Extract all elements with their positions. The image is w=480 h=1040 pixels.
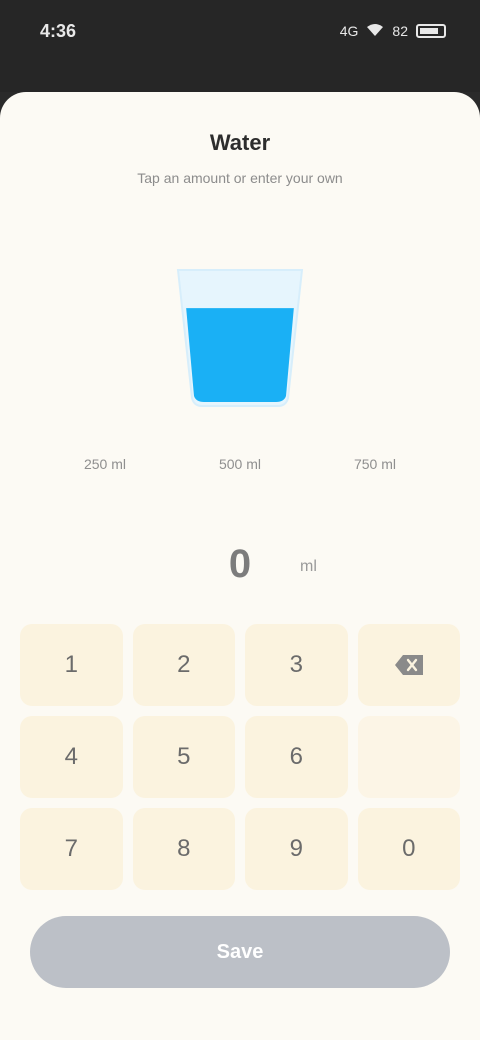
key-4[interactable]: 4 bbox=[20, 716, 123, 798]
water-cup-graphic bbox=[176, 269, 304, 407]
key-7[interactable]: 7 bbox=[20, 808, 123, 890]
key-blank-1 bbox=[357, 716, 460, 798]
status-time: 4:36 bbox=[40, 20, 77, 41]
save-button[interactable]: Save bbox=[30, 916, 450, 988]
backspace-key[interactable] bbox=[357, 624, 460, 706]
preset-amounts: 250 ml 500 ml 750 ml bbox=[50, 442, 430, 486]
amount-value: 0 bbox=[228, 541, 252, 586]
key-8[interactable]: 8 bbox=[132, 808, 235, 890]
backspace-icon bbox=[394, 655, 423, 675]
status-right: 4G 82 bbox=[340, 18, 446, 44]
key-9[interactable]: 9 bbox=[245, 808, 348, 890]
battery-icon bbox=[416, 24, 446, 38]
key-0[interactable]: 0 bbox=[357, 808, 460, 890]
preset-button-750[interactable]: 750 ml bbox=[320, 442, 430, 486]
key-2[interactable]: 2 bbox=[132, 624, 235, 706]
status-bar: 4:36 4G 82 bbox=[0, 0, 480, 92]
wifi-icon bbox=[366, 23, 384, 40]
key-5[interactable]: 5 bbox=[132, 716, 235, 798]
key-6[interactable]: 6 bbox=[245, 716, 348, 798]
battery-level: 82 bbox=[392, 23, 408, 39]
water-cup-icon bbox=[170, 260, 310, 410]
signal-label: 4G bbox=[339, 23, 359, 39]
amount-unit: ml bbox=[300, 558, 317, 575]
key-1[interactable]: 1 bbox=[20, 624, 123, 706]
page-title: Water bbox=[209, 130, 271, 155]
page-subtitle: Tap an amount or enter your own bbox=[137, 170, 343, 186]
status-left: 4:36 bbox=[40, 18, 76, 44]
preset-button-500[interactable]: 500 ml bbox=[185, 442, 295, 486]
amount-display: 0 ml bbox=[0, 532, 480, 596]
preset-button-250[interactable]: 250 ml bbox=[50, 442, 160, 486]
key-3[interactable]: 3 bbox=[245, 624, 348, 706]
water-entry-sheet: Water Tap an amount or enter your own 25… bbox=[0, 92, 480, 1040]
numeric-keypad: 1 2 3 4 5 6 7 8 9 0 bbox=[20, 624, 460, 890]
